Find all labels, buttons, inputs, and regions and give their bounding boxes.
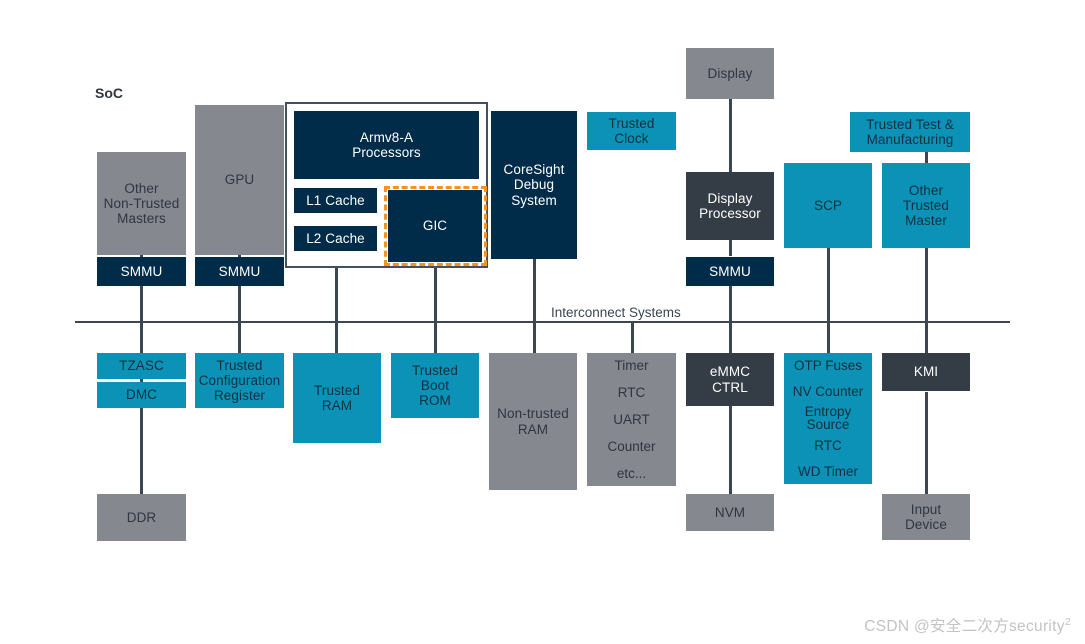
block-trusted-test-manufacturing[interactable]: Trusted Test & Manufacturing bbox=[850, 112, 970, 152]
connector-line bbox=[140, 405, 143, 495]
soc-label: SoC bbox=[95, 85, 123, 101]
block-tzasc[interactable]: TZASC bbox=[97, 353, 186, 379]
block-nvm[interactable]: NVM bbox=[686, 494, 774, 531]
connector-line bbox=[631, 322, 634, 355]
stack-item-otp-fuses[interactable]: OTP Fuses bbox=[784, 353, 872, 378]
watermark-superscript: 2 bbox=[1064, 615, 1071, 628]
interconnect-bus-line bbox=[75, 321, 1010, 323]
connector-line bbox=[925, 248, 928, 355]
stack-item-etc[interactable]: etc... bbox=[587, 461, 676, 486]
block-trusted-boot-rom[interactable]: Trusted Boot ROM bbox=[391, 353, 479, 418]
block-other-trusted-master[interactable]: Other Trusted Master bbox=[882, 163, 970, 248]
stack-item-timer[interactable]: Timer bbox=[587, 353, 676, 378]
stack-item-rtc[interactable]: RTC bbox=[784, 434, 872, 457]
block-emmc-ctrl[interactable]: eMMC CTRL bbox=[686, 353, 774, 406]
block-l1-cache[interactable]: L1 Cache bbox=[294, 188, 377, 213]
block-kmi[interactable]: KMI bbox=[882, 353, 970, 391]
stack-item-wd-timer[interactable]: WD Timer bbox=[784, 459, 872, 484]
connector-line bbox=[533, 258, 536, 355]
connector-line bbox=[925, 392, 928, 496]
connector-line bbox=[827, 248, 830, 355]
stack-item-entropy-source[interactable]: Entropy Source bbox=[784, 405, 872, 432]
block-smmu-gpu[interactable]: SMMU bbox=[195, 257, 284, 286]
block-scp[interactable]: SCP bbox=[784, 163, 872, 248]
stack-item-counter[interactable]: Counter bbox=[587, 434, 676, 459]
peripheral-stack: Timer RTC UART Counter etc... bbox=[587, 353, 676, 486]
block-non-trusted-ram[interactable]: Non-trusted RAM bbox=[489, 353, 577, 490]
connector-line bbox=[238, 284, 241, 354]
block-dmc[interactable]: DMC bbox=[97, 382, 186, 408]
connector-line bbox=[729, 240, 732, 256]
connector-line bbox=[729, 406, 732, 496]
watermark-text: CSDN @安全二次方security bbox=[864, 618, 1065, 635]
connector-line bbox=[729, 285, 732, 355]
stack-item-uart[interactable]: UART bbox=[587, 407, 676, 432]
block-coresight-debug-system[interactable]: CoreSight Debug System bbox=[491, 111, 577, 259]
block-smmu-display-processor[interactable]: SMMU bbox=[686, 257, 774, 286]
block-gic[interactable]: GIC bbox=[388, 190, 482, 262]
trusted-peripheral-stack: OTP Fuses NV Counter Entropy Source RTC … bbox=[784, 353, 872, 484]
connector-line bbox=[434, 262, 437, 355]
connector-line bbox=[140, 284, 143, 354]
block-l2-cache[interactable]: L2 Cache bbox=[294, 226, 377, 251]
block-display-processor[interactable]: Display Processor bbox=[686, 172, 774, 240]
block-trusted-clock[interactable]: Trusted Clock bbox=[587, 112, 676, 150]
block-other-non-trusted-masters[interactable]: Other Non-Trusted Masters bbox=[97, 152, 186, 255]
soc-architecture-diagram: SoC Interconnect Systems Other Non-Trust… bbox=[0, 0, 1085, 644]
interconnect-bus-label: Interconnect Systems bbox=[547, 305, 685, 320]
connector-line bbox=[729, 98, 732, 172]
stack-item-rtc[interactable]: RTC bbox=[587, 380, 676, 405]
stack-item-nv-counter[interactable]: NV Counter bbox=[784, 380, 872, 404]
block-display[interactable]: Display bbox=[686, 48, 774, 99]
block-gpu[interactable]: GPU bbox=[195, 105, 284, 255]
block-smmu-non-trusted-masters[interactable]: SMMU bbox=[97, 257, 186, 286]
block-armv8a-processors[interactable]: Armv8-A Processors bbox=[294, 111, 479, 179]
csdn-watermark: CSDN @安全二次方security2 bbox=[864, 614, 1071, 636]
block-ddr[interactable]: DDR bbox=[97, 494, 186, 541]
block-trusted-ram[interactable]: Trusted RAM bbox=[293, 353, 381, 443]
block-input-device[interactable]: Input Device bbox=[882, 494, 970, 540]
block-trusted-configuration-register[interactable]: Trusted Configuration Register bbox=[195, 353, 284, 408]
